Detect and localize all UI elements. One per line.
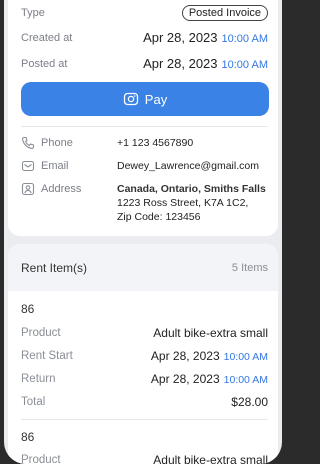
product-label: Product: [21, 327, 61, 339]
pay-icon: [123, 91, 139, 107]
order-details-card: Type Posted Invoice Created at Apr 28, 2…: [8, 0, 278, 236]
type-label: Type: [21, 7, 45, 19]
return-label: Return: [21, 373, 56, 385]
created-date: Apr 28, 2023: [143, 30, 218, 45]
phone-label-group: Phone: [21, 136, 117, 150]
item-divider: [21, 419, 268, 420]
pay-button[interactable]: Pay: [21, 82, 269, 116]
product-value: Adult bike-extra small: [153, 326, 268, 340]
address-line-2: 1223 Ross Street, K7A 1C2,: [117, 197, 249, 209]
type-row: Type Posted Invoice: [21, 5, 268, 21]
created-row: Created at Apr 28, 2023 10:00 AM: [21, 30, 268, 45]
phone-label: Phone: [41, 137, 73, 149]
address-label-group: Address: [21, 182, 117, 196]
posted-label: Posted at: [21, 57, 68, 70]
email-label: Email: [41, 160, 69, 172]
status-badge: Posted Invoice: [181, 5, 268, 21]
return-date: Apr 28, 2023: [150, 372, 220, 386]
created-datetime: Apr 28, 2023 10:00 AM: [143, 30, 268, 45]
product-label: Product: [21, 454, 61, 464]
created-label: Created at: [21, 31, 73, 44]
rent-items-header: Rent Item(s) 5 Items: [8, 244, 278, 291]
phone-icon: [21, 136, 35, 150]
item-product-row: Product Adult bike-extra small: [21, 326, 268, 340]
product-value: Adult bike-extra small: [153, 453, 268, 464]
address-row: Address Canada, Ontario, Smiths Falls 12…: [21, 182, 268, 224]
posted-row: Posted at Apr 28, 2023 10:00 AM: [21, 56, 268, 71]
return-value: Apr 28, 2023 10:00 AM: [151, 372, 268, 386]
address-label: Address: [41, 183, 82, 195]
address-value: Canada, Ontario, Smiths Falls 1223 Ross …: [117, 182, 266, 224]
email-label-group: Email: [21, 159, 117, 173]
email-value[interactable]: Dewey_Lawrence@gmail.com: [117, 159, 259, 173]
item-start-row: Rent Start Apr 28, 2023 10:00 AM: [21, 349, 268, 363]
rent-items-card: Rent Item(s) 5 Items 86 Product Adult bi…: [8, 244, 278, 464]
address-line-1: Canada, Ontario, Smiths Falls: [117, 183, 266, 195]
return-time: 10:00 AM: [223, 374, 268, 386]
rent-start-label: Rent Start: [21, 350, 73, 362]
item-id: 86: [21, 302, 35, 316]
phone-screen: Type Posted Invoice Created at Apr 28, 2…: [4, 0, 282, 464]
rent-items-title: Rent Item(s): [21, 260, 88, 275]
total-label: Total: [21, 396, 46, 408]
divider: [21, 126, 268, 127]
phone-value[interactable]: +1 123 4567890: [117, 136, 193, 150]
item-product-row: Product Adult bike-extra small: [21, 453, 268, 464]
address-line-3: Zip Code: 123456: [117, 211, 201, 223]
email-row: Email Dewey_Lawrence@gmail.com: [21, 159, 268, 173]
posted-date: Apr 28, 2023: [143, 56, 218, 71]
posted-datetime: Apr 28, 2023 10:00 AM: [143, 56, 268, 71]
posted-time: 10:00 AM: [221, 59, 268, 71]
item-return-row: Return Apr 28, 2023 10:00 AM: [21, 372, 268, 386]
item-id: 86: [21, 430, 35, 444]
rent-items-count: 5 Items: [231, 261, 268, 274]
total-value: $28.00: [231, 395, 268, 409]
rent-start-date: Apr 28, 2023: [150, 349, 220, 363]
email-icon: [21, 159, 35, 173]
created-time: 10:00 AM: [221, 33, 268, 45]
item-total-row: Total $28.00: [21, 395, 268, 409]
phone-row: Phone +1 123 4567890: [21, 136, 268, 150]
address-icon: [21, 182, 35, 196]
rent-start-time: 10:00 AM: [223, 351, 268, 363]
pay-label: Pay: [144, 91, 168, 107]
rent-start-value: Apr 28, 2023 10:00 AM: [151, 349, 268, 363]
